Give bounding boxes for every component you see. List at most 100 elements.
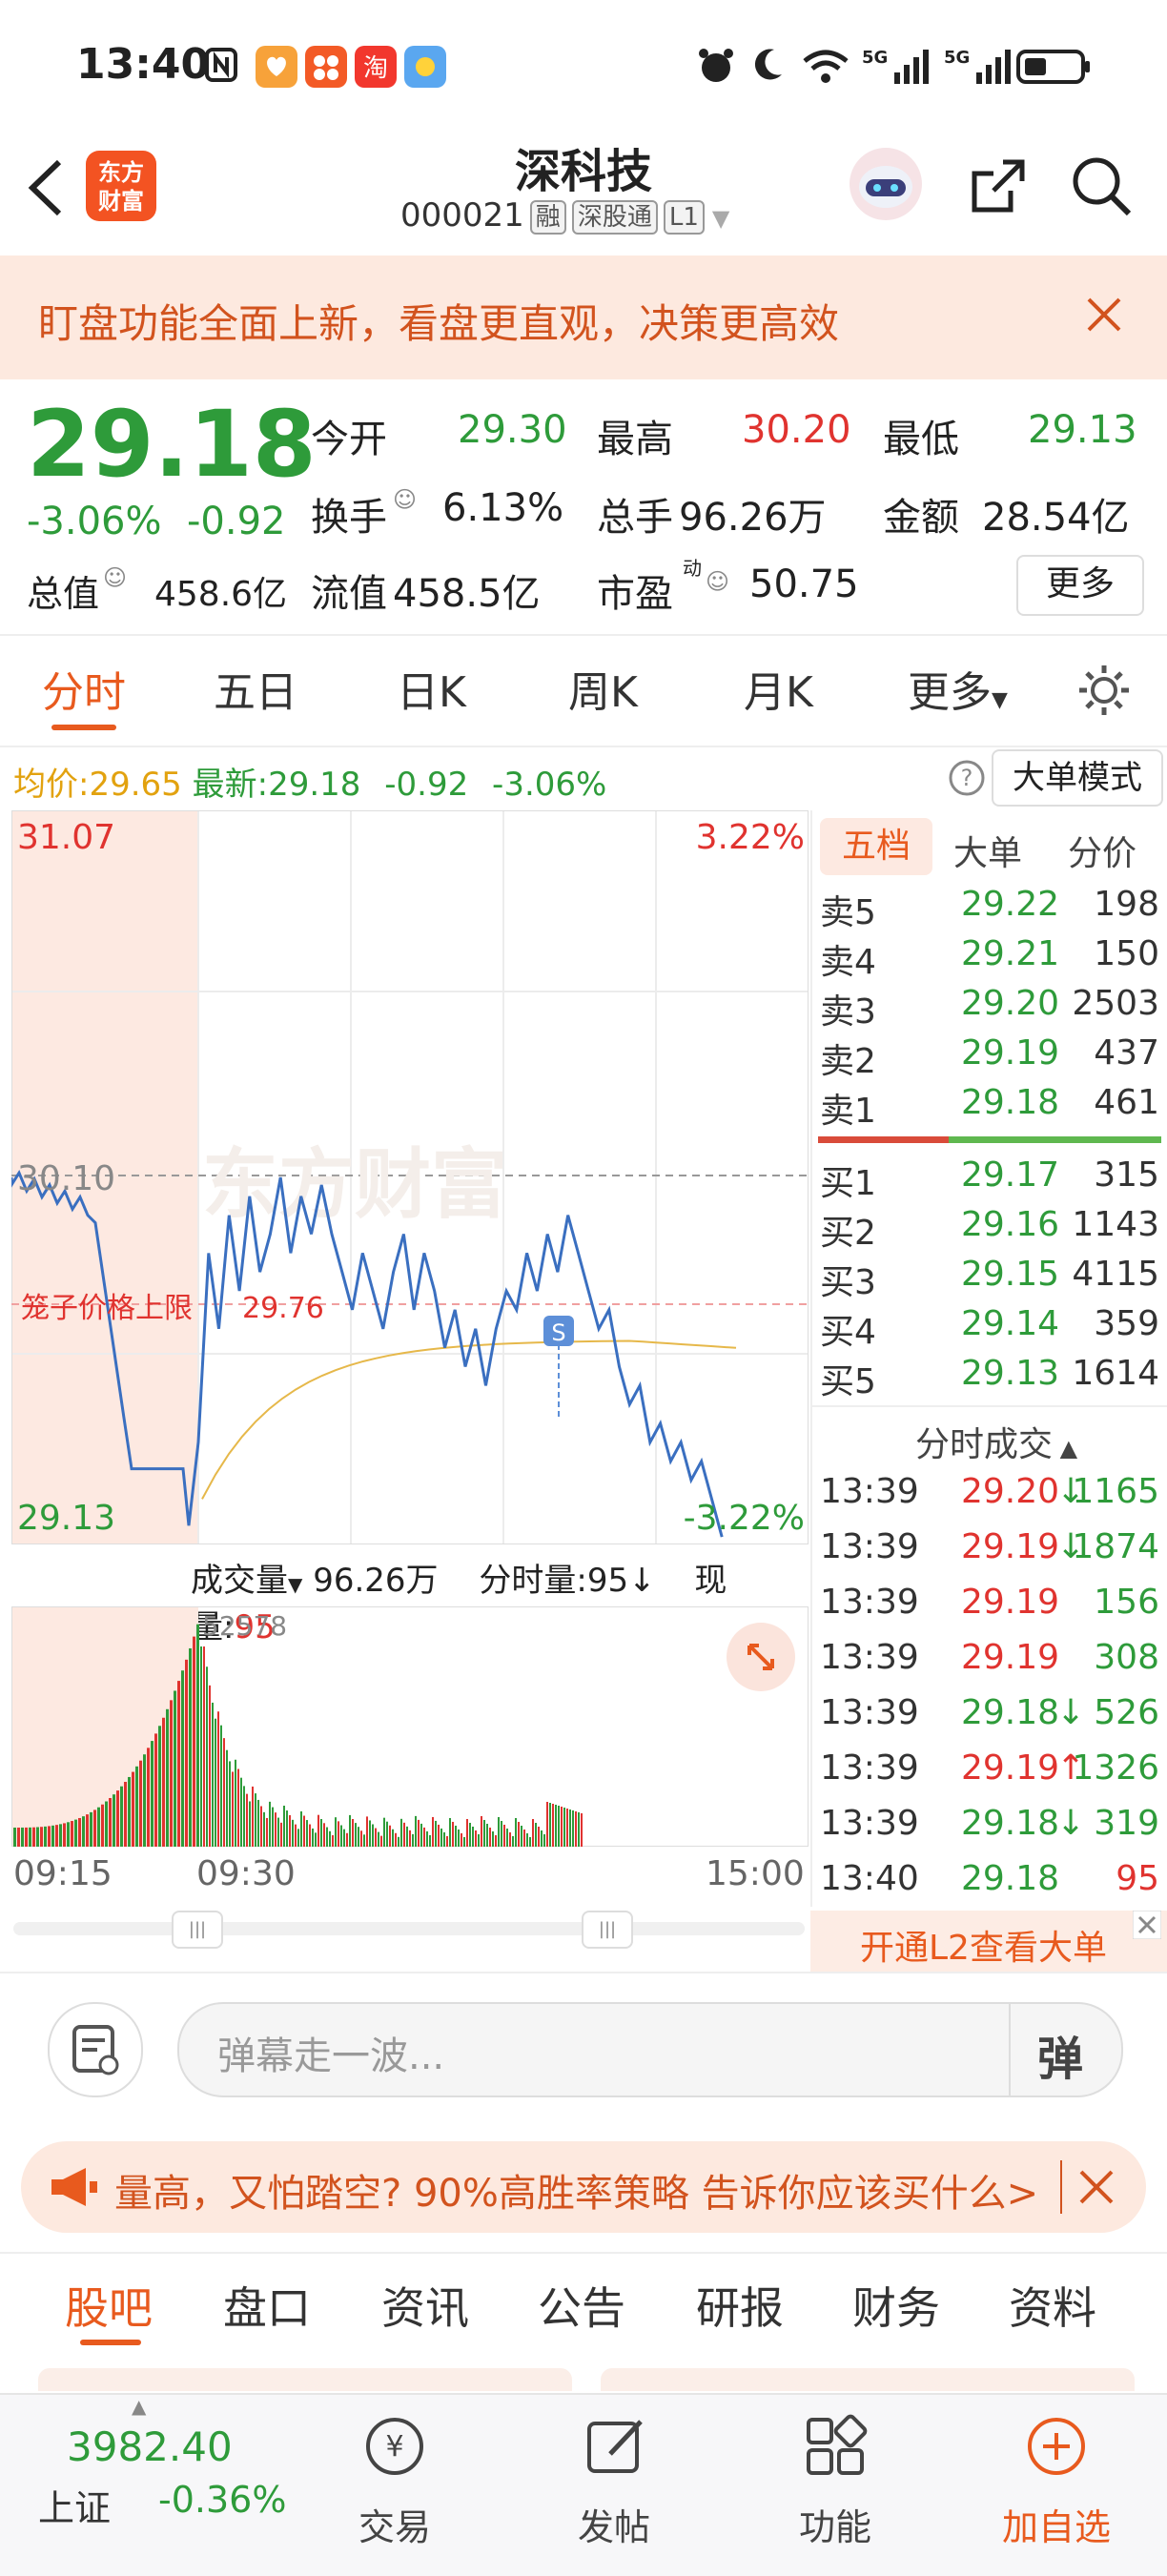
stock-code-line[interactable]: 000021 融深股通 L1 ▼ <box>400 196 729 235</box>
index-value[interactable]: 3982.40 <box>67 2423 233 2470</box>
info-icon[interactable]: ☺ <box>103 564 127 591</box>
ticks-title[interactable]: 分时成交 ▲ <box>915 1417 1077 1466</box>
range-handle-right[interactable]: ||| <box>582 1911 633 1949</box>
close-icon[interactable] <box>1083 294 1125 339</box>
index-name: 上证 <box>38 2487 112 2529</box>
volume-bar <box>139 1760 142 1847</box>
current-price: 29.18 <box>27 391 317 498</box>
bid-price: 29.14 <box>961 1304 1060 1343</box>
robot-assistant-icon[interactable] <box>847 145 925 227</box>
volume-bar <box>503 1824 505 1847</box>
strategy-ad-banner[interactable]: 量高，又怕踏空? 90%高胜率策略 告诉你应该买什么> <box>21 2141 1146 2233</box>
volume-bar <box>435 1820 437 1847</box>
open-label: 今开 <box>311 418 387 461</box>
tick-price: 29.18 <box>961 1859 1060 1898</box>
danmu-input[interactable]: 弹幕走一波... 弹 <box>177 2002 1123 2097</box>
feature-banner[interactable]: 盯盘功能全面上新，看盘更直观，决策更高效 <box>0 256 1167 379</box>
danmu-toggle-button[interactable]: 弹 <box>1037 2021 1083 2088</box>
help-icon[interactable]: ? <box>948 759 986 801</box>
tab-finance[interactable]: 财务 <box>852 2274 940 2337</box>
tab-monthly[interactable]: 月K <box>744 658 813 719</box>
tab-daily[interactable]: 日K <box>397 658 466 719</box>
volume-bar <box>229 1761 231 1847</box>
close-icon[interactable] <box>1132 1910 1162 1943</box>
info-icon[interactable]: ☺ <box>393 486 417 513</box>
divider <box>0 2252 1167 2254</box>
latest-value: 29.18 <box>268 766 361 804</box>
expand-icon[interactable] <box>725 1621 797 1697</box>
bid-price: 29.13 <box>961 1354 1060 1393</box>
volume-bar <box>206 1666 208 1847</box>
range-scrollbar[interactable] <box>13 1922 805 1935</box>
volume-bar <box>558 1806 560 1847</box>
tab-profile[interactable]: 资料 <box>1009 2274 1096 2337</box>
volume-bar <box>343 1829 345 1847</box>
range-handle-left[interactable]: ||| <box>172 1911 223 1949</box>
tab-research[interactable]: 研报 <box>696 2274 784 2337</box>
volume-bar <box>55 1825 58 1847</box>
danmu-settings-icon[interactable] <box>48 2002 143 2097</box>
share-icon[interactable] <box>965 153 1032 223</box>
tab-five-level[interactable]: 五档 <box>820 818 932 875</box>
info-icon[interactable]: ☺ <box>706 568 729 595</box>
tab-more[interactable]: 更多▼ <box>908 658 1008 719</box>
volume-bar <box>363 1834 365 1847</box>
volume-bar <box>303 1815 305 1847</box>
volume-bar <box>461 1832 462 1847</box>
divider <box>810 810 812 1907</box>
trade-icon[interactable]: ¥ <box>360 2412 429 2484</box>
tab-5day[interactable]: 五日 <box>214 658 297 719</box>
tab-news[interactable]: 资讯 <box>381 2274 469 2337</box>
volume-bar <box>426 1830 428 1847</box>
volume-bar <box>212 1702 214 1847</box>
post-icon[interactable] <box>582 2412 650 2484</box>
volume-bar <box>375 1828 377 1847</box>
volume-bar <box>349 1814 351 1847</box>
volume-bar <box>541 1830 543 1847</box>
tick-direction: ↓ <box>1056 1804 1086 1843</box>
tab-announcement[interactable]: 公告 <box>538 2274 625 2337</box>
gear-icon[interactable] <box>1075 662 1133 723</box>
add-watchlist-icon[interactable] <box>1022 2412 1091 2484</box>
avg-info-line: 均价:29.65 最新:29.18 -0.92 -3.06% <box>13 758 606 805</box>
intraday-chart[interactable]: 东方财富 S 31.07 30.10 29.13 3.22% -3.22% 笼子… <box>10 809 809 1545</box>
volume-bar <box>36 1827 39 1847</box>
tab-price-dist[interactable]: 分价 <box>1068 826 1136 875</box>
volume-bar <box>275 1812 276 1847</box>
ask-volume: 2503 <box>1072 984 1159 1023</box>
tab-intraday[interactable]: 分时 <box>42 658 126 719</box>
volume-label: 成交量 <box>191 1562 288 1600</box>
volume-bar <box>532 1818 534 1847</box>
bid-label: 买2 <box>820 1214 876 1253</box>
tab-big-order[interactable]: 大单 <box>953 826 1022 875</box>
weather-icon <box>404 46 446 88</box>
volume-bar <box>174 1690 176 1847</box>
volume-bar <box>555 1805 557 1847</box>
volume-chart[interactable]: 52578 <box>10 1605 809 1848</box>
chart-svg: 东方财富 S 31.07 30.10 29.13 3.22% -3.22% 笼子… <box>10 809 809 1545</box>
tab-guba[interactable]: 股吧 <box>65 2274 153 2337</box>
tab-weekly[interactable]: 周K <box>568 658 638 719</box>
open-value: 29.30 <box>458 408 567 452</box>
nav-functions[interactable]: 功能 <box>788 2498 883 2550</box>
volume-bar <box>518 1821 520 1847</box>
nav-trade[interactable]: 交易 <box>347 2498 442 2550</box>
apps-icon[interactable] <box>801 2412 870 2484</box>
big-order-mode-button[interactable]: 大单模式 <box>992 749 1163 807</box>
svg-text:¥: ¥ <box>385 2430 403 2464</box>
volume-bar <box>105 1801 108 1847</box>
volume-bar <box>526 1832 528 1847</box>
nav-add-watchlist[interactable]: 加自选 <box>988 2498 1125 2550</box>
tab-handicap[interactable]: 盘口 <box>223 2274 311 2337</box>
volume-bar <box>237 1768 239 1847</box>
high-value: 30.20 <box>742 408 851 452</box>
volume-bar <box>335 1817 337 1847</box>
volume-selector[interactable]: 成交量▼ <box>191 1562 302 1600</box>
close-icon[interactable] <box>1075 2166 1117 2212</box>
nav-post[interactable]: 发帖 <box>566 2498 662 2550</box>
divider <box>810 1405 1167 1407</box>
l2-promo[interactable]: 开通L2查看大单 <box>810 1910 1167 1972</box>
more-button[interactable]: 更多 <box>1016 555 1144 616</box>
search-icon[interactable] <box>1068 153 1135 223</box>
volume-bar <box>151 1741 154 1847</box>
